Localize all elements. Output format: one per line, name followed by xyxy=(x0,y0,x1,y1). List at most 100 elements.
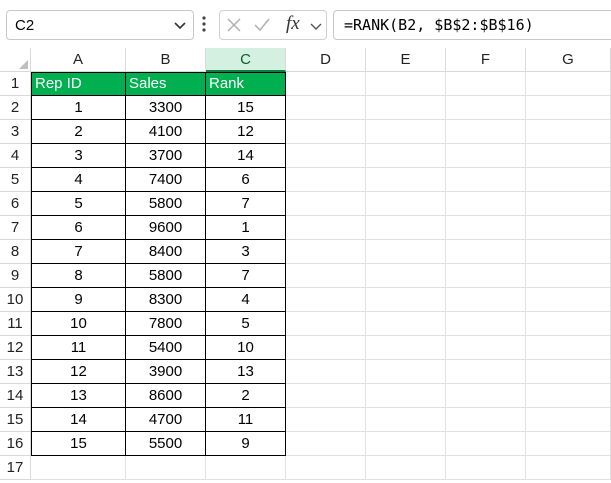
data-cell[interactable]: 13 xyxy=(31,384,126,408)
column-header-f[interactable]: F xyxy=(446,48,526,72)
empty-cell[interactable] xyxy=(366,264,446,288)
empty-cell[interactable] xyxy=(366,240,446,264)
empty-cell[interactable] xyxy=(286,408,366,432)
empty-cell[interactable] xyxy=(526,168,611,192)
empty-cell[interactable] xyxy=(366,336,446,360)
empty-cell[interactable] xyxy=(286,144,366,168)
data-cell[interactable]: 3 xyxy=(206,240,286,264)
data-cell[interactable]: 12 xyxy=(206,120,286,144)
enter-check-icon[interactable] xyxy=(253,17,271,33)
data-cell[interactable]: 12 xyxy=(31,360,126,384)
data-cell[interactable]: 4 xyxy=(31,168,126,192)
name-box[interactable]: C2 xyxy=(6,10,194,40)
chevron-down-icon[interactable] xyxy=(172,17,188,33)
empty-cell[interactable] xyxy=(366,288,446,312)
empty-cell[interactable] xyxy=(366,408,446,432)
data-cell[interactable]: 7400 xyxy=(126,168,206,192)
empty-cell[interactable] xyxy=(526,288,611,312)
data-cell[interactable]: 8400 xyxy=(126,240,206,264)
data-cell[interactable]: 7800 xyxy=(126,312,206,336)
empty-cell[interactable] xyxy=(446,144,526,168)
data-cell[interactable]: 11 xyxy=(206,408,286,432)
empty-cell[interactable] xyxy=(286,96,366,120)
data-cell[interactable]: 5 xyxy=(31,192,126,216)
empty-cell[interactable] xyxy=(366,168,446,192)
empty-cell[interactable] xyxy=(286,360,366,384)
empty-cell[interactable] xyxy=(526,120,611,144)
empty-cell[interactable] xyxy=(286,264,366,288)
data-cell[interactable]: 3900 xyxy=(126,360,206,384)
data-cell[interactable]: 7 xyxy=(31,240,126,264)
empty-cell[interactable] xyxy=(286,384,366,408)
empty-cell[interactable] xyxy=(366,216,446,240)
row-header-3[interactable]: 3 xyxy=(0,120,31,144)
empty-cell[interactable] xyxy=(446,360,526,384)
row-header-13[interactable]: 13 xyxy=(0,360,31,384)
cancel-icon[interactable] xyxy=(226,17,242,33)
empty-cell[interactable] xyxy=(446,408,526,432)
data-cell[interactable]: 5 xyxy=(206,312,286,336)
data-cell[interactable]: 3300 xyxy=(126,96,206,120)
row-header-12[interactable]: 12 xyxy=(0,336,31,360)
column-header-c[interactable]: C xyxy=(206,48,286,72)
empty-cell[interactable] xyxy=(286,432,366,456)
empty-cell[interactable] xyxy=(446,264,526,288)
empty-cell[interactable] xyxy=(526,360,611,384)
empty-cell[interactable] xyxy=(526,216,611,240)
empty-cell[interactable] xyxy=(366,144,446,168)
insert-function-button[interactable]: fx xyxy=(286,13,300,35)
empty-cell[interactable] xyxy=(366,384,446,408)
empty-cell[interactable] xyxy=(366,312,446,336)
empty-cell[interactable] xyxy=(446,240,526,264)
data-cell[interactable]: 13 xyxy=(206,360,286,384)
data-cell[interactable]: 15 xyxy=(31,432,126,456)
empty-cell[interactable] xyxy=(446,120,526,144)
more-options-icon[interactable] xyxy=(201,15,207,33)
empty-cell[interactable] xyxy=(526,384,611,408)
empty-cell[interactable] xyxy=(446,96,526,120)
empty-cell[interactable] xyxy=(366,360,446,384)
data-cell[interactable]: 8300 xyxy=(126,288,206,312)
chevron-down-icon[interactable] xyxy=(309,19,323,33)
column-header-a[interactable]: A xyxy=(31,48,126,72)
row-header-9[interactable]: 9 xyxy=(0,264,31,288)
data-cell[interactable]: 4 xyxy=(206,288,286,312)
row-header-16[interactable]: 16 xyxy=(0,432,31,456)
row-header-2[interactable]: 2 xyxy=(0,96,31,120)
data-cell[interactable]: 14 xyxy=(31,408,126,432)
row-header-1[interactable]: 1 xyxy=(0,72,31,96)
empty-cell[interactable] xyxy=(526,72,611,96)
header-cell[interactable]: Sales xyxy=(126,72,206,96)
data-cell[interactable]: 5800 xyxy=(126,192,206,216)
empty-cell[interactable] xyxy=(446,456,526,480)
data-cell[interactable]: 9 xyxy=(31,288,126,312)
empty-cell[interactable] xyxy=(446,336,526,360)
data-cell[interactable]: 9 xyxy=(206,432,286,456)
empty-cell[interactable] xyxy=(286,456,366,480)
row-header-11[interactable]: 11 xyxy=(0,312,31,336)
empty-cell[interactable] xyxy=(366,432,446,456)
data-cell[interactable]: 11 xyxy=(31,336,126,360)
select-all-corner[interactable] xyxy=(0,48,31,72)
row-header-15[interactable]: 15 xyxy=(0,408,31,432)
data-cell[interactable]: 10 xyxy=(31,312,126,336)
empty-cell[interactable] xyxy=(526,456,611,480)
empty-cell[interactable] xyxy=(526,312,611,336)
empty-cell[interactable] xyxy=(526,96,611,120)
data-cell[interactable]: 3 xyxy=(31,144,126,168)
empty-cell[interactable] xyxy=(366,96,446,120)
column-header-d[interactable]: D xyxy=(286,48,366,72)
empty-cell[interactable] xyxy=(526,336,611,360)
empty-cell[interactable] xyxy=(286,72,366,96)
column-header-e[interactable]: E xyxy=(366,48,446,72)
empty-cell[interactable] xyxy=(286,336,366,360)
empty-cell[interactable] xyxy=(446,216,526,240)
empty-cell[interactable] xyxy=(126,456,206,480)
header-cell[interactable]: Rep ID xyxy=(31,72,126,96)
data-cell[interactable]: 7 xyxy=(206,264,286,288)
empty-cell[interactable] xyxy=(286,168,366,192)
data-cell[interactable]: 2 xyxy=(31,120,126,144)
empty-cell[interactable] xyxy=(286,216,366,240)
empty-cell[interactable] xyxy=(446,288,526,312)
data-cell[interactable]: 10 xyxy=(206,336,286,360)
